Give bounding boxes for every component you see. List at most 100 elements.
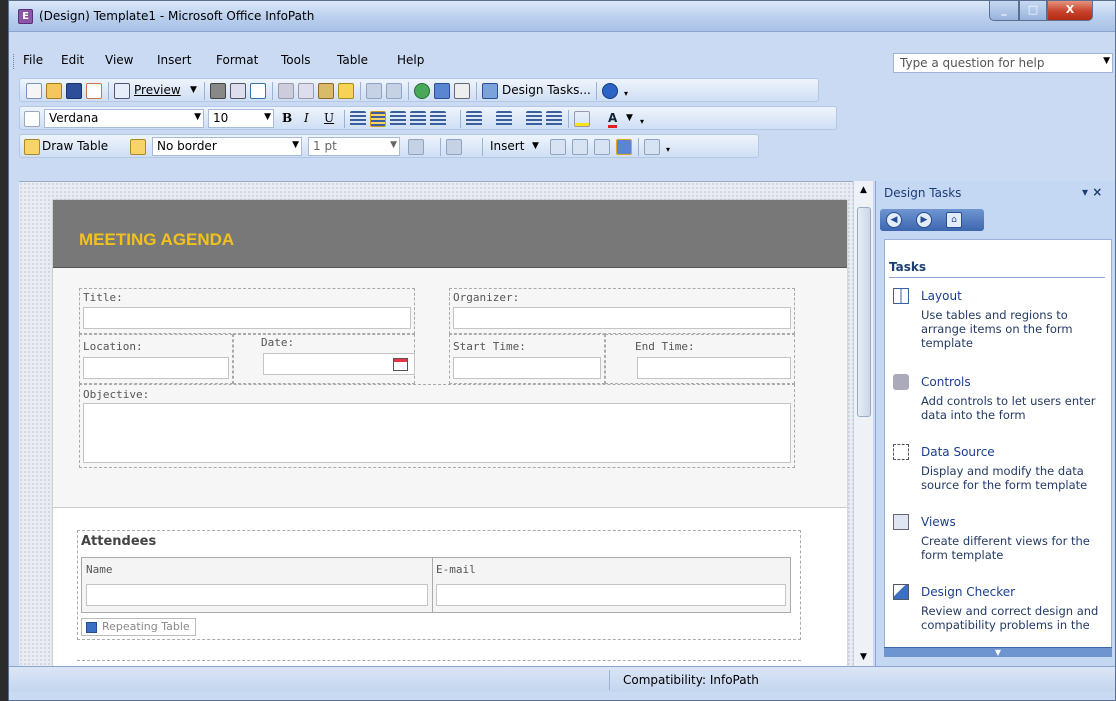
task-pane-title[interactable]: Design Tasks <box>884 186 961 200</box>
cut-icon[interactable] <box>278 83 294 99</box>
task-views-link[interactable]: Views <box>921 515 956 529</box>
redo-icon[interactable] <box>386 83 402 99</box>
task-data-source-link[interactable]: Data Source <box>921 445 995 459</box>
toolbar-options-icon[interactable]: ▾ <box>624 89 628 98</box>
preview-icon[interactable] <box>114 83 130 99</box>
title-field[interactable] <box>83 307 411 329</box>
font-color-dropdown-icon[interactable]: ▼ <box>626 113 633 123</box>
preview-button[interactable]: Preview <box>134 83 181 97</box>
menu-file[interactable]: File <box>23 53 43 67</box>
spelling-icon[interactable] <box>250 83 266 99</box>
align-center-icon[interactable] <box>370 111 386 127</box>
task-design-checker-link[interactable]: Design Checker <box>921 585 1015 599</box>
menu-insert[interactable]: Insert <box>157 53 191 67</box>
table-properties-icon[interactable] <box>644 139 660 155</box>
task-pane-scroll-down-icon[interactable]: ▼ <box>884 647 1112 657</box>
design-tasks-icon[interactable] <box>482 83 498 99</box>
align-left-icon[interactable] <box>350 111 366 127</box>
justify-icon[interactable] <box>410 111 426 127</box>
repeating-table-tag[interactable]: Repeating Table <box>81 618 196 636</box>
maximize-button[interactable]: □ <box>1019 1 1047 21</box>
date-field[interactable] <box>263 353 415 375</box>
draw-table-icon[interactable] <box>24 139 40 155</box>
menu-grip[interactable] <box>13 54 16 69</box>
print-icon[interactable] <box>210 83 226 99</box>
border-style-combo[interactable]: No border ▼ <box>152 137 302 156</box>
menu-help[interactable]: Help <box>397 53 424 67</box>
split-cells-icon[interactable] <box>572 139 588 155</box>
toolbar-options-icon[interactable]: ▾ <box>666 145 670 154</box>
publish-icon[interactable] <box>86 83 102 99</box>
calendar-icon[interactable] <box>393 358 408 371</box>
start-time-field[interactable] <box>453 357 601 379</box>
font-size-combo[interactable]: 10 ▼ <box>208 109 274 128</box>
task-layout-link[interactable]: Layout <box>921 289 962 303</box>
font-style-icon[interactable] <box>24 111 40 127</box>
compatibility-status[interactable]: Compatibility: InfoPath <box>623 673 759 687</box>
show-gridlines-icon[interactable] <box>616 139 632 155</box>
help-search-input[interactable]: Type a question for help ▼ <box>893 53 1113 73</box>
menu-view[interactable]: View <box>105 53 133 67</box>
task-pane-menu-close-icon[interactable]: ▾ × <box>1082 185 1102 199</box>
border-style-dropdown-icon[interactable]: ▼ <box>292 140 299 150</box>
form-page[interactable]: MEETING AGENDA Title: Organizer: Locatio… <box>53 200 847 666</box>
form-title[interactable]: MEETING AGENDA <box>79 230 234 250</box>
scroll-thumb[interactable] <box>857 207 871 417</box>
attendees-section[interactable]: Attendees Name E-mail Repeating Table <box>53 510 847 666</box>
meeting-details-section[interactable]: Title: Organizer: Location: Date: Start … <box>53 268 847 508</box>
numbering-icon[interactable] <box>466 111 482 127</box>
design-tasks-button[interactable]: Design Tasks... <box>502 83 591 97</box>
task-controls-link[interactable]: Controls <box>921 375 971 389</box>
design-canvas[interactable]: MEETING AGENDA Title: Organizer: Locatio… <box>19 181 853 666</box>
bullets-icon[interactable] <box>496 111 512 127</box>
location-field[interactable] <box>83 357 229 379</box>
repeating-table[interactable]: Name E-mail <box>81 557 791 613</box>
preview-dropdown-icon[interactable]: ▼ <box>190 85 197 95</box>
help-icon[interactable] <box>602 83 618 99</box>
border-color-icon[interactable] <box>408 139 424 155</box>
font-name-dropdown-icon[interactable]: ▼ <box>194 112 201 122</box>
canvas-vertical-scrollbar[interactable]: ▲ ▼ <box>853 181 873 666</box>
align-right-icon[interactable] <box>390 111 406 127</box>
end-time-field[interactable] <box>637 357 791 379</box>
copy-icon[interactable] <box>298 83 314 99</box>
line-spacing-icon[interactable] <box>430 111 446 127</box>
save-icon[interactable] <box>66 83 82 99</box>
insert-dropdown-icon[interactable]: ▼ <box>532 141 539 151</box>
back-icon[interactable]: ◀ <box>886 212 902 228</box>
objective-field[interactable] <box>83 403 791 463</box>
open-icon[interactable] <box>46 83 62 99</box>
border-width-dropdown-icon[interactable]: ▼ <box>390 140 397 150</box>
insert-picture-icon[interactable] <box>454 83 470 99</box>
close-button[interactable]: X <box>1047 1 1093 21</box>
menu-tools[interactable]: Tools <box>281 53 311 67</box>
merge-cells-icon[interactable] <box>550 139 566 155</box>
menu-edit[interactable]: Edit <box>61 53 84 67</box>
minimize-button[interactable]: _ <box>989 1 1019 21</box>
font-size-dropdown-icon[interactable]: ▼ <box>264 112 271 122</box>
underline-button[interactable]: U <box>324 111 334 125</box>
bold-button[interactable]: B <box>282 111 292 125</box>
highlight-icon[interactable] <box>574 111 590 127</box>
border-width-combo[interactable]: 1 pt ▼ <box>308 137 400 156</box>
home-icon[interactable]: ⌂ <box>946 212 962 228</box>
scroll-down-icon[interactable]: ▼ <box>860 652 867 662</box>
email-field[interactable] <box>436 584 786 606</box>
print-preview-icon[interactable] <box>230 83 246 99</box>
undo-icon[interactable] <box>366 83 382 99</box>
increase-indent-icon[interactable] <box>546 111 562 127</box>
eraser-icon[interactable] <box>130 139 146 155</box>
toolbar-options-icon[interactable]: ▾ <box>640 117 644 126</box>
draw-table-button[interactable]: Draw Table <box>42 139 108 153</box>
font-color-button[interactable]: A <box>608 111 618 128</box>
insert-menu-button[interactable]: Insert <box>490 139 524 153</box>
paste-icon[interactable] <box>318 83 334 99</box>
italic-button[interactable]: I <box>304 111 309 125</box>
menu-format[interactable]: Format <box>216 53 258 67</box>
font-name-combo[interactable]: Verdana ▼ <box>44 109 204 128</box>
menu-table[interactable]: Table <box>337 53 368 67</box>
scroll-up-icon[interactable]: ▲ <box>860 185 867 195</box>
organizer-field[interactable] <box>453 307 791 329</box>
format-painter-icon[interactable] <box>338 83 354 99</box>
help-dropdown-icon[interactable]: ▼ <box>1103 56 1110 66</box>
